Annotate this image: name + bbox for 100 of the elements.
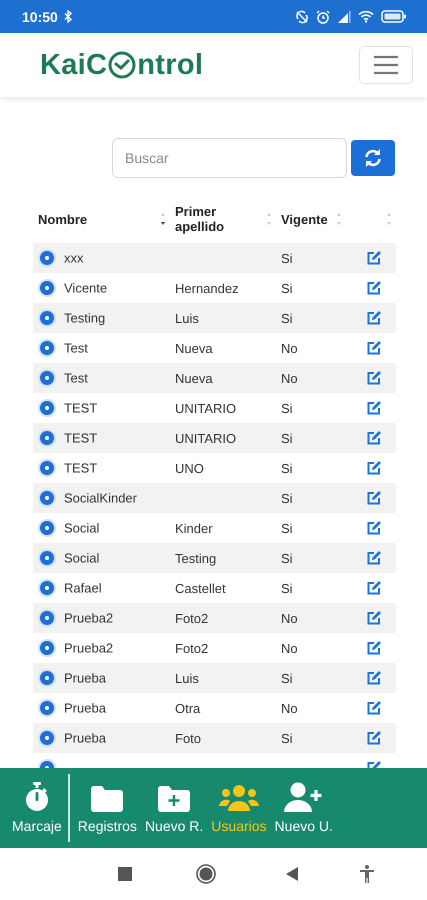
table-cell: Foto2: [175, 610, 208, 626]
table-cell: Test: [64, 370, 88, 386]
edit-icon[interactable]: [366, 640, 382, 656]
table-cell: Vicente: [64, 280, 108, 296]
table-cell: Si: [281, 400, 293, 416]
table-cell: Prueba: [64, 730, 106, 746]
edit-icon[interactable]: [366, 520, 382, 536]
expand-button[interactable]: [38, 669, 56, 687]
edit-icon[interactable]: [366, 580, 382, 596]
expand-button[interactable]: [38, 279, 56, 297]
table-cell: Luis: [175, 310, 199, 326]
table-cell: Luis: [175, 670, 199, 686]
edit-icon[interactable]: [366, 340, 382, 356]
table-cell: Si: [281, 670, 293, 686]
table-cell: Test: [64, 340, 88, 356]
table-cell: TEST: [64, 400, 98, 416]
nav-tab[interactable]: Usuarios: [207, 768, 271, 848]
table-cell: UNO: [175, 460, 204, 476]
accessibility-icon[interactable]: [360, 865, 374, 883]
table-cell: Foto: [175, 730, 202, 746]
expand-button[interactable]: [38, 699, 56, 717]
nav-tab[interactable]: Nuevo U.: [270, 768, 337, 848]
table-cell: No: [281, 640, 298, 656]
bluetooth-icon: [64, 10, 72, 23]
table-cell: Si: [281, 310, 293, 326]
edit-icon[interactable]: [366, 460, 382, 476]
table-cell: Si: [281, 580, 293, 596]
edit-icon[interactable]: [366, 280, 382, 296]
table-cell: Kinder: [175, 520, 213, 536]
table-cell: Social: [64, 520, 100, 536]
expand-button[interactable]: [38, 729, 56, 747]
user-plus-icon: [284, 782, 324, 812]
nav-tab[interactable]: Marcaje: [8, 768, 66, 848]
expand-button[interactable]: [38, 609, 56, 627]
table-cell: Si: [281, 490, 293, 506]
expand-button[interactable]: [38, 579, 56, 597]
search-field[interactable]: Buscar: [112, 138, 347, 178]
edit-icon[interactable]: [366, 610, 382, 626]
edit-icon[interactable]: [366, 370, 382, 386]
folder-plus-icon: [158, 786, 190, 812]
table-cell: Si: [281, 460, 293, 476]
expand-button[interactable]: [38, 249, 56, 267]
edit-icon[interactable]: [366, 670, 382, 686]
edit-icon[interactable]: [366, 250, 382, 266]
menu-button[interactable]: [359, 46, 413, 84]
table-cell: xxx: [64, 250, 84, 266]
table-cell: Testing: [64, 310, 106, 326]
table-cell: TEST: [64, 430, 98, 446]
clock-time: 10:50: [22, 8, 58, 24]
expand-button[interactable]: [38, 369, 56, 387]
expand-button[interactable]: [38, 309, 56, 327]
refresh-button[interactable]: [351, 140, 395, 176]
table-cell: Foto2: [175, 640, 208, 656]
expand-button[interactable]: [38, 549, 56, 567]
logo-text: KaiC: [40, 48, 108, 82]
edit-icon[interactable]: [366, 730, 382, 746]
sort-icon[interactable]: [160, 212, 166, 226]
table-cell: Otra: [175, 700, 200, 716]
edit-icon[interactable]: [366, 430, 382, 446]
table-cell: Nueva: [175, 370, 213, 386]
table-cell: Si: [281, 430, 293, 446]
table-cell: UNITARIO: [175, 400, 236, 416]
column-header[interactable]: Primer apellido: [175, 204, 245, 234]
menu-icon: [373, 55, 399, 75]
table-cell: Testing: [175, 550, 216, 566]
home-icon[interactable]: [196, 864, 216, 884]
table-cell: TEST: [64, 460, 98, 476]
logo-text: ntrol: [137, 48, 204, 82]
table-cell: No: [281, 700, 298, 716]
expand-button[interactable]: [38, 429, 56, 447]
table-cell: Si: [281, 730, 293, 746]
signal-icon: [337, 10, 351, 22]
column-header[interactable]: Nombre: [38, 212, 88, 226]
table-cell: Si: [281, 280, 293, 296]
expand-button[interactable]: [38, 459, 56, 477]
table-cell: Prueba: [64, 700, 106, 716]
expand-button[interactable]: [38, 399, 56, 417]
expand-button[interactable]: [38, 639, 56, 657]
edit-icon[interactable]: [366, 700, 382, 716]
table-cell: Prueba2: [64, 640, 114, 656]
back-icon[interactable]: [286, 867, 298, 881]
nav-tab[interactable]: Nuevo R.: [140, 768, 208, 848]
table-cell: Si: [281, 520, 293, 536]
table-cell: UNITARIO: [175, 430, 236, 446]
edit-icon[interactable]: [366, 550, 382, 566]
edit-icon[interactable]: [366, 310, 382, 326]
table-cell: Prueba2: [64, 610, 114, 626]
edit-icon[interactable]: [366, 490, 382, 506]
expand-button[interactable]: [38, 489, 56, 507]
column-header[interactable]: Vigente: [281, 212, 328, 226]
table-cell: Si: [281, 550, 293, 566]
sync-off-icon: [295, 10, 309, 24]
table-cell: Nueva: [175, 340, 213, 356]
nav-tab[interactable]: Registros: [74, 768, 141, 848]
expand-button[interactable]: [38, 339, 56, 357]
table-cell: Si: [281, 250, 293, 266]
edit-icon[interactable]: [366, 400, 382, 416]
expand-button[interactable]: [38, 519, 56, 537]
wifi-icon: [358, 10, 374, 23]
refresh-icon: [363, 148, 383, 168]
